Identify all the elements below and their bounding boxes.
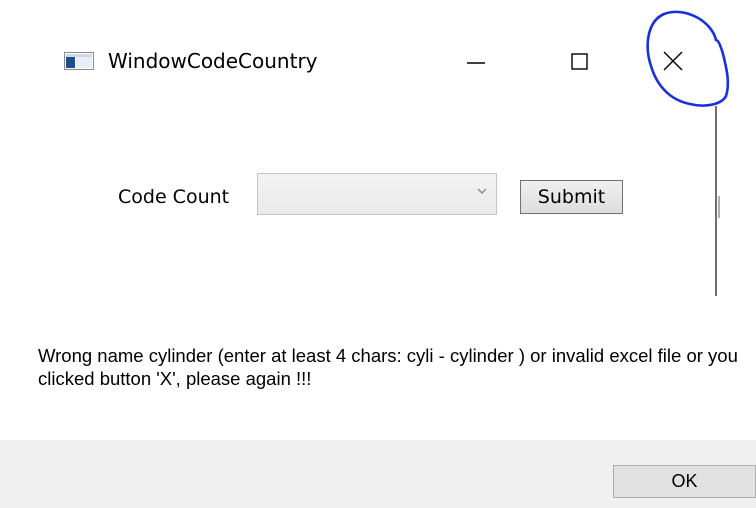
code-count-label: Code Count (118, 186, 230, 208)
maximize-icon[interactable] (556, 40, 602, 84)
window-edge-tick (718, 196, 720, 218)
ok-button[interactable]: OK (613, 465, 756, 498)
window-title: WindowCodeCountry (108, 49, 318, 73)
screenshot: WindowCodeCountry Code Count Submit Wron… (0, 0, 756, 508)
close-icon[interactable] (646, 40, 692, 84)
chevron-down-icon (477, 188, 487, 194)
code-count-select[interactable] (257, 173, 497, 215)
window-edge (715, 106, 717, 296)
error-message: Wrong name cylinder (enter at least 4 ch… (38, 345, 738, 389)
submit-button[interactable]: Submit (520, 180, 623, 214)
app-window-icon (64, 52, 94, 70)
minimize-icon[interactable] (450, 40, 496, 84)
annotation-circle (646, 10, 730, 107)
